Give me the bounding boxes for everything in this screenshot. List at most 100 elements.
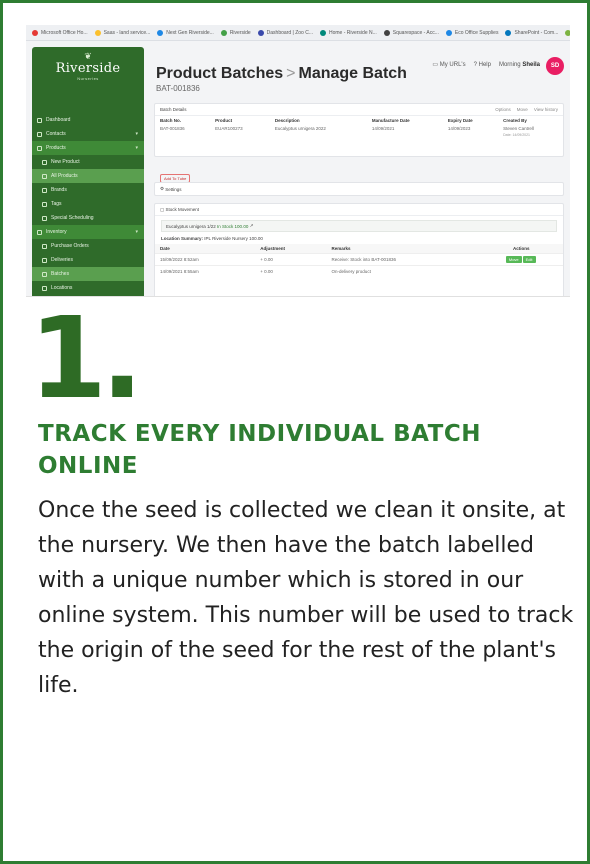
location-value: IPL Riverside Nursery 100.00 <box>204 236 263 241</box>
stock-movement-label: Stock Movement <box>165 207 200 212</box>
cell-date: 15/09/2022 8:52am <box>160 257 199 262</box>
bookmarks-bar: Microsoft Office Ho... Saas - land servic… <box>26 25 570 41</box>
column-header: Manufacture Date <box>371 118 410 123</box>
batch-details-label: Batch Details <box>160 107 187 112</box>
bookmark-item[interactable]: Dashboard | Zoo C... <box>257 29 313 36</box>
sidebar-item[interactable]: Brands <box>32 183 144 197</box>
sidebar-item[interactable]: Inventory ▾ <box>32 225 144 239</box>
nav-item-icon <box>37 117 42 123</box>
table-cell: Eucalyptus urnigera 2022 <box>274 126 326 131</box>
top-nav: ▭ My URL's ? Help Morning Sheila <box>432 61 540 69</box>
row-action-button[interactable]: Move <box>505 256 522 263</box>
column-header: Description <box>274 118 300 123</box>
bookmark-favicon-icon <box>157 29 164 36</box>
app-screenshot: Microsoft Office Ho... Saas - land servic… <box>26 25 570 297</box>
move-button[interactable]: Move <box>517 107 528 112</box>
cell-actions: Move Edit <box>479 254 563 266</box>
sidebar-item[interactable]: Purchase Orders <box>32 239 144 253</box>
sidebar-item[interactable]: All Products <box>32 169 144 183</box>
my-urls-link[interactable]: ▭ My URL's <box>432 61 465 68</box>
bookmark-item[interactable]: Squarespace - Acc... <box>383 29 439 36</box>
sidebar-item-label: Inventory <box>46 229 67 235</box>
column-header: Expiry Date <box>447 118 473 123</box>
sidebar-item[interactable]: Dashboard <box>32 113 144 127</box>
section-body: Once the seed is collected we clean it o… <box>38 498 574 698</box>
stock-subhead-link[interactable]: In Stock 100.00 <box>217 224 248 229</box>
bookmark-favicon-icon <box>319 29 326 36</box>
table-cell: BAT-001836 <box>160 126 185 131</box>
view-history-button[interactable]: View history <box>534 107 558 112</box>
nav-item-icon <box>42 257 47 263</box>
bookmark-item[interactable]: SharePoint - Com... <box>505 29 559 36</box>
step-number: 1. <box>29 294 144 424</box>
sidebar-item[interactable]: Deliveries <box>32 253 144 267</box>
breadcrumb-section[interactable]: Product Batches <box>156 65 283 82</box>
sidebar-item[interactable]: New Product <box>32 155 144 169</box>
col-remarks: Remarks <box>331 246 351 251</box>
table-row: 14/09/2021 8:55am + 0.00 On-delivery produ… <box>155 265 563 278</box>
bookmark-item[interactable]: Saas - land service... <box>94 29 150 36</box>
settings-panel[interactable]: ⚙ Settings <box>154 182 564 196</box>
sidebar-item[interactable]: Special Scheduling <box>32 211 144 225</box>
options-button[interactable]: Options <box>495 107 511 112</box>
stock-movement-head: ▢ Stock Movement <box>155 204 563 216</box>
sidebar-item-label: Locations <box>51 285 73 291</box>
settings-head: ⚙ Settings <box>155 183 563 195</box>
sidebar-item-label: Purchase Orders <box>51 243 89 249</box>
sidebar-item[interactable]: Contacts ▾ <box>32 127 144 141</box>
created-sub: Date: 14/09/2021 <box>503 133 530 137</box>
section-heading: TRACK EVERY INDIVIDUAL BATCH ONLINE <box>38 421 481 479</box>
bookmark-favicon-icon <box>220 29 227 36</box>
bookmark-item[interactable]: Drive <box>565 29 570 36</box>
cell-actions <box>479 266 563 278</box>
column-header: Created By <box>503 118 527 123</box>
bookmark-label: Dashboard | Zoo C... <box>266 29 313 36</box>
sidebar-item-label: All Products <box>51 173 78 179</box>
sidebar-item-label: Contacts <box>46 131 66 137</box>
bookmark-item[interactable]: Microsoft Office Ho... <box>32 29 88 36</box>
logo-sub: Nurseries <box>77 76 99 81</box>
avatar[interactable]: SD <box>546 57 564 75</box>
help-link[interactable]: ? Help <box>474 62 491 68</box>
nav-item-icon <box>42 285 47 291</box>
bookmark-item[interactable]: Home - Riverside N... <box>319 29 377 36</box>
sidebar-item-label: Brands <box>51 187 67 193</box>
greeting: Morning Sheila <box>499 62 540 68</box>
bookmark-item[interactable]: Next Gen Riverside... <box>157 29 214 36</box>
external-link-icon[interactable]: ↗ <box>250 223 254 229</box>
sidebar: ❦ Riverside Nurseries Dashboard Contacts ▾… <box>32 47 144 296</box>
sidebar-item-label: New Product <box>51 159 80 165</box>
batch-details-panel: Batch Details Options Move View history … <box>154 103 564 157</box>
my-urls-label: My URL's <box>439 62 466 68</box>
settings-label: Settings <box>165 186 182 192</box>
bookmark-item[interactable]: Eco Office Supplies <box>445 29 498 36</box>
bookmark-favicon-icon <box>505 29 512 36</box>
greeting-name: Sheila <box>522 61 540 68</box>
sidebar-item-label: Deliveries <box>51 257 73 263</box>
table-row: Date: 14/09/2021 <box>155 132 563 138</box>
stock-subhead-label: Eucalyptus urnigera 1/22 <box>166 223 216 229</box>
bookmark-favicon-icon <box>445 29 452 36</box>
table-header-row: Batch No. Product Description Manufacture D… <box>155 116 563 125</box>
bookmark-item[interactable]: Riverside <box>220 29 251 36</box>
sidebar-item[interactable]: Locations <box>32 281 144 295</box>
stock-movement-table: Date Adjustment Remarks Actions 15/09/20… <box>155 244 563 277</box>
nav-item-icon <box>37 229 42 235</box>
card-frame: Microsoft Office Ho... Saas - land servic… <box>0 0 590 864</box>
nav-item-icon <box>42 243 47 249</box>
nav-item-icon <box>42 215 47 221</box>
nav-item-icon <box>42 201 47 207</box>
sidebar-item[interactable]: Batches <box>32 267 144 281</box>
nav-item-icon <box>37 131 42 137</box>
logo-name: Riverside <box>55 61 121 76</box>
bookmark-label: Next Gen Riverside... <box>166 29 214 36</box>
cell-adjustment: + 0.00 <box>260 269 273 274</box>
nav-item-icon <box>42 271 47 277</box>
sidebar-item[interactable]: Tags <box>32 197 144 211</box>
cell-remarks: On-delivery product <box>331 269 371 274</box>
panel-tools: Options Move View history <box>495 107 558 112</box>
batch-id: BAT-001836 <box>156 84 200 93</box>
bookmark-label: SharePoint - Com... <box>514 29 559 36</box>
row-action-button[interactable]: Edit <box>522 256 536 263</box>
sidebar-item[interactable]: Products ▾ <box>32 141 144 155</box>
